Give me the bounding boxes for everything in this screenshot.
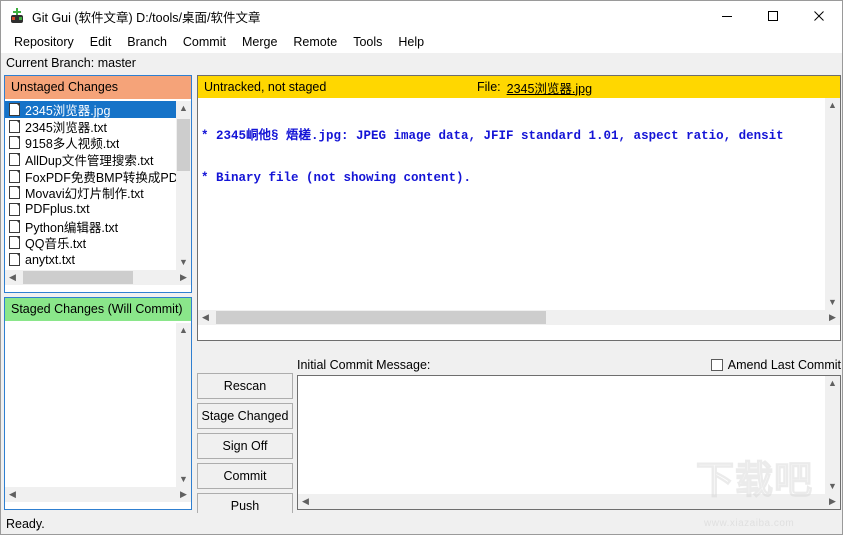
scroll-right-icon[interactable]: ▶ [825, 494, 840, 509]
file-list-item[interactable]: QQ音乐.txt [5, 235, 176, 252]
minimize-icon[interactable] [704, 1, 750, 31]
scroll-thumb[interactable] [216, 311, 546, 324]
file-icon [9, 202, 20, 216]
scroll-down-icon[interactable]: ▼ [176, 472, 191, 487]
staged-horizontal-scrollbar[interactable]: ◀ ▶ [5, 487, 191, 502]
scroll-right-icon[interactable]: ▶ [176, 270, 191, 285]
scroll-thumb[interactable] [177, 119, 190, 171]
menu-item-help[interactable]: Help [390, 33, 432, 51]
file-name: Movavi幻灯片制作.txt [25, 187, 144, 202]
menu-item-remote[interactable]: Remote [285, 33, 345, 51]
diff-vertical-scrollbar[interactable]: ▲ ▼ [825, 98, 840, 310]
diff-file-link[interactable]: 2345浏览器.jpg [507, 78, 592, 97]
commit-message-label: Initial Commit Message: [297, 358, 431, 372]
current-branch-label: Current Branch: master [1, 53, 842, 73]
diff-file-info: File: 2345浏览器.jpg [477, 78, 592, 97]
diff-status-text: Untracked, not staged [204, 80, 327, 94]
file-list-item[interactable]: AllDup文件管理搜索.txt [5, 151, 176, 168]
close-icon[interactable] [796, 1, 842, 31]
stage-changed-button[interactable]: Stage Changed [197, 403, 293, 429]
scroll-left-icon[interactable]: ◀ [298, 494, 313, 509]
unstaged-changes-panel: Unstaged Changes 2345浏览器.jpg 2345浏览器.txt 9… [4, 75, 192, 293]
menu-item-repository[interactable]: Repository [6, 33, 82, 51]
file-icon [9, 253, 20, 267]
file-name: anytxt.txt [25, 252, 76, 267]
commit-message-input[interactable] [302, 378, 822, 492]
commit-message-bar: Initial Commit Message: Amend Last Commi… [297, 355, 841, 375]
action-buttons: Rescan Stage Changed Sign Off Commit Pus… [197, 373, 293, 523]
window-controls [704, 1, 842, 31]
diff-line: * 2345峒他§ 焐槎.jpg: JPEG image data, JFIF … [201, 129, 784, 143]
scroll-down-icon[interactable]: ▼ [176, 255, 191, 270]
diff-panel: Untracked, not staged File: 2345浏览器.jpg … [197, 75, 841, 341]
git-gui-icon [9, 8, 25, 24]
unstaged-changes-header: Unstaged Changes [5, 76, 191, 99]
file-icon [9, 186, 20, 200]
menu-item-branch[interactable]: Branch [119, 33, 175, 51]
file-list-item[interactable]: Movavi幻灯片制作.txt [5, 184, 176, 201]
scroll-thumb[interactable] [23, 271, 133, 284]
diff-line: * Binary file (not showing content). [201, 171, 472, 185]
window-title: Git Gui (软件文章) D:/tools/桌面/软件文章 [32, 10, 261, 25]
commit-vertical-scrollbar[interactable]: ▲ ▼ [825, 376, 840, 494]
sign-off-button[interactable]: Sign Off [197, 433, 293, 459]
amend-label: Amend Last Commit [727, 358, 841, 372]
menu-item-edit[interactable]: Edit [82, 33, 120, 51]
commit-horizontal-scrollbar[interactable]: ◀ ▶ [298, 494, 840, 509]
file-name: PDFplus.txt [25, 202, 90, 217]
file-icon [9, 136, 20, 150]
scroll-up-icon[interactable]: ▲ [825, 376, 840, 391]
scroll-down-icon[interactable]: ▼ [825, 479, 840, 494]
file-icon [9, 119, 20, 133]
commit-message-box[interactable]: ▲ ▼ ◀ ▶ [297, 375, 841, 510]
file-list-item[interactable]: 2345浏览器.txt [5, 118, 176, 135]
file-icon [9, 102, 20, 116]
git-gui-window: Git Gui (软件文章) D:/tools/桌面/软件文章 Reposito… [0, 0, 843, 535]
scroll-up-icon[interactable]: ▲ [176, 101, 191, 116]
diff-header: Untracked, not staged File: 2345浏览器.jpg [198, 76, 840, 98]
staged-file-list[interactable] [5, 323, 191, 487]
menu-item-merge[interactable]: Merge [234, 33, 285, 51]
scroll-right-icon[interactable]: ▶ [176, 487, 191, 502]
status-text: Ready. [6, 516, 45, 531]
file-list-item[interactable]: anytxt.txt [5, 251, 176, 268]
unstaged-vertical-scrollbar[interactable]: ▲ ▼ [176, 101, 191, 270]
staged-changes-header: Staged Changes (Will Commit) [5, 298, 191, 321]
scroll-left-icon[interactable]: ◀ [5, 487, 20, 502]
file-list-item[interactable]: 2345浏览器.jpg [5, 101, 176, 118]
file-list-item[interactable]: Python编辑器.txt [5, 218, 176, 235]
diff-horizontal-scrollbar[interactable]: ◀ ▶ [198, 310, 840, 325]
commit-button[interactable]: Commit [197, 463, 293, 489]
staged-vertical-scrollbar[interactable]: ▲ ▼ [176, 323, 191, 487]
diff-content[interactable]: * 2345峒他§ 焐槎.jpg: JPEG image data, JFIF … [198, 98, 825, 310]
file-icon [9, 169, 20, 183]
amend-last-commit-option[interactable]: Amend Last Commit [710, 358, 841, 372]
file-icon [9, 236, 20, 250]
amend-checkbox[interactable] [710, 359, 723, 371]
file-list-item[interactable]: FoxPDF免费BMP转换成PDF [5, 168, 176, 185]
scroll-down-icon[interactable]: ▼ [825, 295, 840, 310]
scroll-left-icon[interactable]: ◀ [5, 270, 20, 285]
scroll-up-icon[interactable]: ▲ [176, 323, 191, 338]
status-bar: Ready. [1, 513, 842, 534]
staged-changes-panel: Staged Changes (Will Commit) ▲ ▼ ◀ ▶ [4, 297, 192, 510]
rescan-button[interactable]: Rescan [197, 373, 293, 399]
menu-bar: Repository Edit Branch Commit Merge Remo… [1, 31, 842, 53]
maximize-icon[interactable] [750, 1, 796, 31]
file-icon [9, 219, 20, 233]
menu-item-commit[interactable]: Commit [175, 33, 234, 51]
unstaged-horizontal-scrollbar[interactable]: ◀ ▶ [5, 270, 191, 285]
scroll-right-icon[interactable]: ▶ [825, 310, 840, 325]
scroll-up-icon[interactable]: ▲ [825, 98, 840, 113]
file-list-item[interactable]: 9158多人视频.txt [5, 134, 176, 151]
file-name: QQ音乐.txt [25, 237, 87, 252]
file-list-item[interactable]: PDFplus.txt [5, 201, 176, 218]
scroll-left-icon[interactable]: ◀ [198, 310, 213, 325]
diff-file-label: File: [477, 80, 501, 94]
title-bar: Git Gui (软件文章) D:/tools/桌面/软件文章 [1, 1, 842, 31]
menu-item-tools[interactable]: Tools [345, 33, 390, 51]
file-icon [9, 152, 20, 166]
unstaged-file-list[interactable]: 2345浏览器.jpg 2345浏览器.txt 9158多人视频.txt AllDup… [5, 101, 191, 270]
